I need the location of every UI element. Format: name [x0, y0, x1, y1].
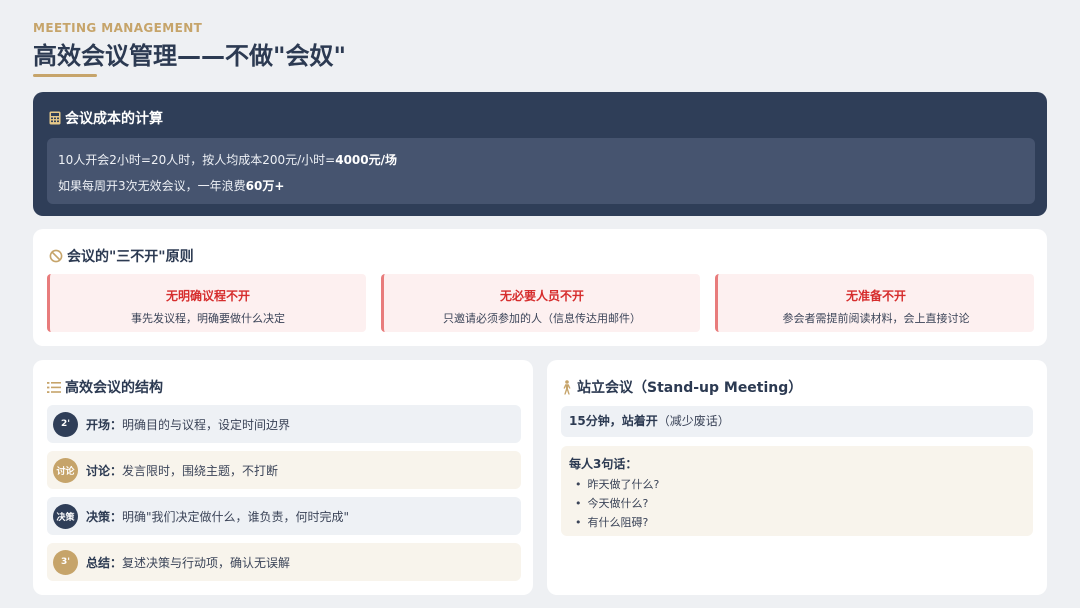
structure-step: 决策 决策：明确"我们决定做什么，谁负责，何时完成" [47, 497, 521, 535]
questions-title: 每人3句话： [569, 457, 638, 471]
rule-item: 无准备不开 参会者需提前阅读材料，会上直接讨论 [715, 274, 1034, 332]
rule-title: 无必要人员不开 [499, 289, 584, 303]
step-label: 决策 [86, 509, 111, 524]
structure-card-header: 高效会议的结构 [47, 377, 163, 397]
structure-card: 高效会议的结构 2' 开场：明确目的与议程，设定时间边界 讨论 讨论：发言限时，… [33, 360, 533, 595]
rule-item: 无明确议程不开 事先发议程，明确要做什么决定 [47, 274, 366, 332]
cost-line-1: 10人开会2小时=20人时，按人均成本200元/小时=4000元/场 [58, 150, 1024, 170]
structure-step: 2' 开场：明确目的与议程，设定时间边界 [47, 405, 521, 443]
list-icon [47, 381, 61, 394]
cost-line-1-highlight: 4000元/场 [335, 153, 398, 167]
step-label: 讨论 [86, 463, 111, 478]
step-badge: 决策 [53, 503, 78, 529]
cost-line-1-text: 10人开会2小时=20人时，按人均成本200元/小时= [58, 153, 336, 167]
structure-step: 3' 总结：复述决策与行动项，确认无误解 [47, 543, 521, 581]
person-standing-icon [561, 379, 573, 395]
step-text: 发言限时，围绕主题，不打断 [122, 463, 279, 478]
cost-line-2: 如果每周开3次无效会议，一年浪费60万+ [58, 176, 1024, 196]
cost-card-title: 会议成本的计算 [65, 111, 163, 127]
standup-rule-box: 15分钟，站着开（减少废话） [561, 406, 1033, 437]
rules-card: 会议的"三不开"原则 无明确议程不开 事先发议程，明确要做什么决定 无必要人员不… [33, 229, 1047, 346]
ban-icon [49, 249, 63, 263]
standup-questions-box: 每人3句话： 昨天做了什么? 今天做什么? 有什么阻碍? [561, 446, 1033, 536]
step-text: 复述决策与行动项，确认无误解 [122, 555, 291, 570]
standup-card-header: 站立会议（Stand-up Meeting） [561, 377, 802, 397]
step-text: 明确"我们决定做什么，谁负责，何时完成" [122, 509, 350, 524]
step-badge: 2' [53, 411, 78, 437]
eyebrow-label: MEETING MANAGEMENT [33, 21, 203, 35]
structure-card-title: 高效会议的结构 [65, 380, 163, 396]
cost-card: 会议成本的计算 10人开会2小时=20人时，按人均成本200元/小时=4000元… [33, 92, 1047, 216]
calculator-icon [49, 111, 61, 125]
standup-rule: 15分钟，站着开 [569, 414, 658, 428]
rule-item: 无必要人员不开 只邀请必须参加的人（信息传达用邮件） [381, 274, 700, 332]
rules-card-header: 会议的"三不开"原则 [49, 246, 194, 266]
step-separator: ： [110, 417, 123, 432]
cost-line-2-text: 如果每周开3次无效会议，一年浪费 [58, 179, 246, 193]
rule-desc: 只邀请必须参加的人（信息传达用邮件） [443, 312, 641, 325]
cost-line-2-highlight: 60万+ [245, 179, 285, 193]
rule-title: 无准备不开 [845, 289, 906, 303]
rules-card-title: 会议的"三不开"原则 [67, 249, 194, 265]
list-item: 昨天做了什么? [569, 475, 1025, 494]
rule-desc: 事先发议程，明确要做什么决定 [131, 312, 285, 325]
page-title: 高效会议管理——不做"会奴" [33, 42, 347, 70]
cost-card-header: 会议成本的计算 [49, 108, 163, 128]
standup-rule-note: （减少废话） [657, 414, 730, 428]
step-badge: 3' [53, 549, 78, 575]
structure-step: 讨论 讨论：发言限时，围绕主题，不打断 [47, 451, 521, 489]
rule-desc: 参会者需提前阅读材料，会上直接讨论 [782, 312, 970, 325]
step-label: 总结 [86, 555, 111, 570]
list-item: 今天做什么? [569, 494, 1025, 513]
step-badge: 讨论 [53, 457, 78, 483]
cost-detail-box: 10人开会2小时=20人时，按人均成本200元/小时=4000元/场 如果每周开… [47, 138, 1035, 204]
step-text: 明确目的与议程，设定时间边界 [122, 417, 291, 432]
step-label: 开场 [86, 417, 111, 432]
rule-title: 无明确议程不开 [165, 289, 250, 303]
title-underline [33, 74, 97, 77]
standup-card-title: 站立会议（Stand-up Meeting） [577, 380, 803, 396]
standup-card: 站立会议（Stand-up Meeting） 15分钟，站着开（减少废话） 每人… [547, 360, 1047, 595]
step-separator: ： [110, 555, 123, 570]
list-item: 有什么阻碍? [569, 513, 1025, 532]
step-separator: ： [110, 463, 123, 478]
questions-list: 昨天做了什么? 今天做什么? 有什么阻碍? [569, 475, 1025, 532]
step-separator: ： [110, 509, 123, 524]
